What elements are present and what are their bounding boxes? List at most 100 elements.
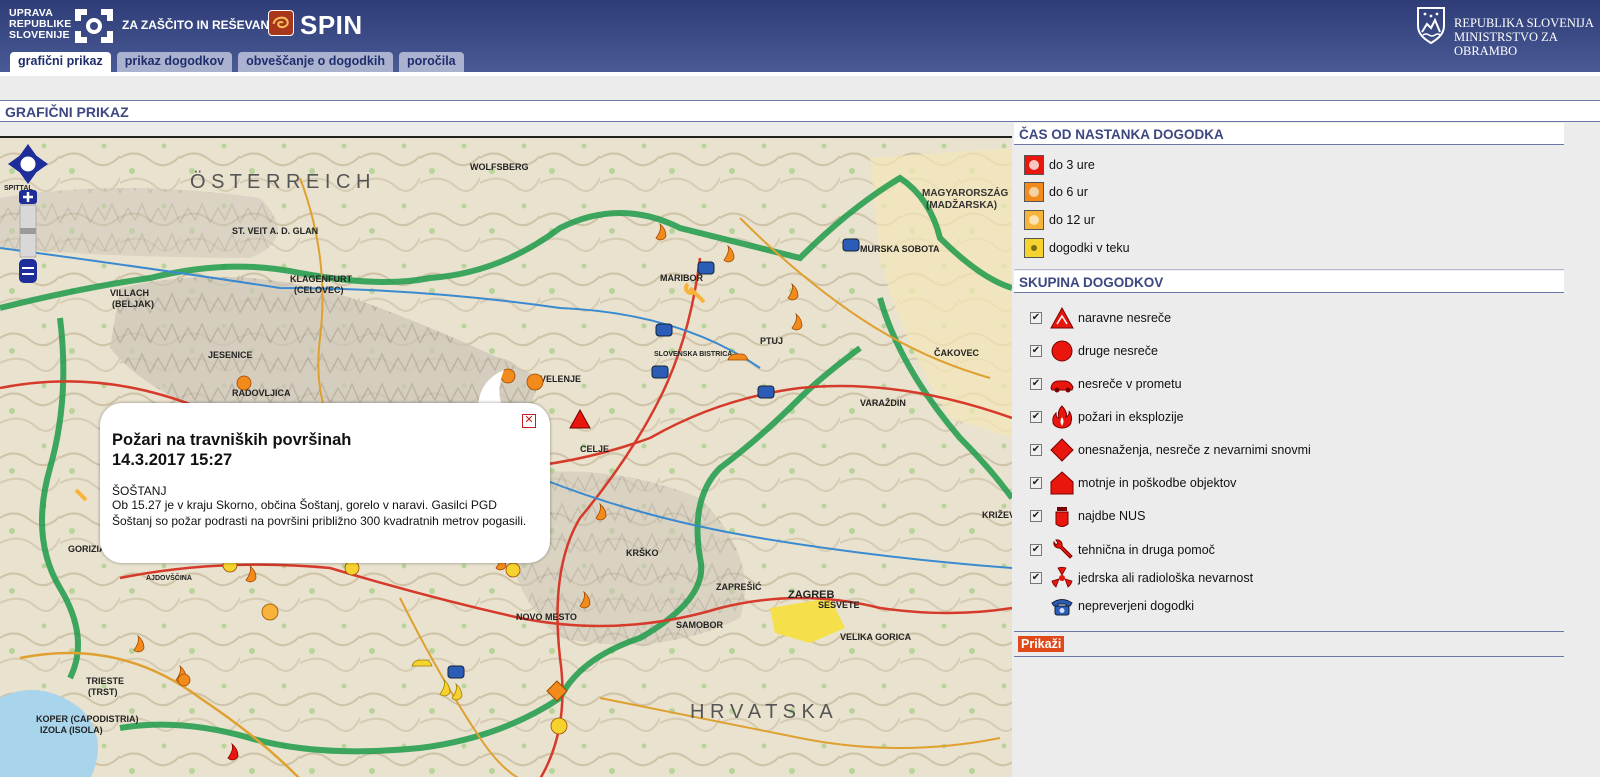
checkbox[interactable]: ✔ [1030, 378, 1042, 390]
unverified-event-marker-icon[interactable] [697, 261, 715, 275]
tab-graficni-prikaz[interactable]: grafični prikaz [10, 52, 111, 72]
map-label-ptuj: PTUJ [760, 336, 783, 346]
fire-icon [1052, 405, 1073, 429]
unverified-event-marker-icon[interactable] [651, 365, 669, 379]
time-legend-label: do 12 ur [1049, 213, 1095, 227]
map-label-villach: VILLACH [110, 288, 149, 298]
group-filter-najdbe-nus[interactable]: ✔ najdbe NUS [1030, 503, 1145, 529]
checkbox[interactable]: ✔ [1030, 572, 1042, 584]
group-filter-onesnazenja[interactable]: ✔ onesnaženja, nesreče z nevarnimi snovm… [1030, 437, 1311, 463]
checkbox[interactable]: ✔ [1030, 510, 1042, 522]
popup-title: Požari na travniških površinah 14.3.2017… [112, 430, 351, 470]
tab-porocila[interactable]: poročila [399, 52, 464, 72]
map-label-st-veit: ST. VEIT A. D. GLAN [232, 226, 318, 236]
unverified-event-marker-icon[interactable] [655, 323, 673, 337]
other-accident-marker-icon[interactable] [236, 375, 252, 391]
group-filter-jedrska-nevarnost[interactable]: ✔ jedrska ali radiološka nevarnost [1030, 565, 1253, 591]
time-swatch-icon [1024, 155, 1044, 175]
header-separator [0, 72, 1600, 76]
map-label-samobor: SAMOBOR [676, 620, 724, 630]
slovenia-coat-of-arms-icon [1417, 7, 1445, 44]
map-label-magyarorszag: MAGYARORSZÁG [922, 186, 1009, 199]
checkbox[interactable]: ✔ [1030, 544, 1042, 556]
zoom-out-button[interactable] [19, 259, 37, 283]
time-legend-label: dogodki v teku [1049, 241, 1130, 255]
tab-obvescanje-o-dogodkih[interactable]: obveščanje o dogodkih [238, 52, 393, 72]
page-title: GRAFIČNI PRIKAZ [5, 104, 129, 120]
building-damage-icon [1050, 471, 1074, 495]
map-label-velika-gorica: VELIKA GORICA [840, 632, 912, 642]
other-accident-marker-icon[interactable] [177, 673, 191, 687]
map-label-madzarska: (MADŽARSKA) [926, 198, 997, 211]
checkbox[interactable]: ✔ [1030, 477, 1042, 489]
time-legend-item: dogodki v teku [1024, 237, 1130, 259]
ordnance-icon [1055, 507, 1069, 527]
spin-logo-icon [268, 10, 294, 36]
show-button[interactable]: Prikaži [1018, 636, 1065, 652]
phone-icon [1051, 599, 1073, 616]
urs-logo: UPRAVA REPUBLIKE SLOVENIJE [9, 8, 71, 41]
map-label-zapresic: ZAPREŠIĆ [716, 581, 762, 592]
map-label-maribor: MARIBOR [660, 273, 703, 283]
map-label-varazdin: VARAŽDIN [860, 397, 906, 408]
zoom-in-button[interactable] [19, 190, 37, 204]
checkbox[interactable]: ✔ [1030, 345, 1042, 357]
group-filter-tehnicna-pomoc[interactable]: ✔ tehnična in druga pomoč [1030, 537, 1215, 563]
map-label-celovec: (CELOVEC) [294, 285, 344, 295]
group-label: druge nesreče [1078, 344, 1158, 358]
map-pan-zoom-control[interactable] [8, 144, 48, 284]
spin-title: SPIN [300, 10, 363, 40]
wrench-icon [1053, 539, 1073, 559]
checkbox[interactable]: ✔ [1030, 411, 1042, 423]
map-label-celje: CELJE [580, 444, 609, 454]
map-label-sesvete: SESVETE [818, 600, 860, 610]
group-label: požari in eksplozije [1078, 410, 1184, 424]
group-label: jedrska ali radiološka nevarnost [1078, 571, 1254, 585]
group-legend-header: SKUPINA DOGODKOV [1014, 271, 1564, 293]
urs-logo-line: SLOVENIJE [9, 29, 70, 41]
other-accident-marker-icon[interactable] [505, 562, 521, 578]
group-filter-pozari[interactable]: ✔ požari in eksplozije [1030, 404, 1184, 430]
popup-event-name: Požari na travniških površinah [112, 431, 352, 449]
map-label-krsko: KRŠKO [626, 547, 659, 558]
checkbox[interactable]: ✔ [1030, 444, 1042, 456]
unverified-event-marker-icon[interactable] [842, 238, 860, 252]
time-swatch-icon [1024, 182, 1044, 202]
map-label-koper: KOPER (CAPODISTRIA) [36, 714, 139, 724]
group-filter-motnje-objektov[interactable]: ✔ motnje in poškodbe objektov [1030, 470, 1236, 496]
other-accident-marker-icon[interactable] [261, 603, 279, 621]
group-label: naravne nesreče [1078, 311, 1172, 325]
ministry-title-line: MINISTRSTVO ZA OBRAMBO [1454, 30, 1558, 58]
map-label-trieste: TRIESTE [86, 676, 124, 686]
time-legend-item: do 6 ur [1024, 181, 1088, 203]
pan-arrows[interactable] [8, 144, 48, 184]
time-swatch-icon [1024, 210, 1044, 230]
group-filter-nepreverjeni[interactable]: nepreverjeni dogodki [1030, 593, 1194, 619]
ministry-title: REPUBLIKA SLOVENIJA MINISTRSTVO ZA OBRAM… [1454, 16, 1600, 58]
unverified-event-marker-icon[interactable] [447, 665, 465, 679]
app-header: UPRAVA REPUBLIKE SLOVENIJE ZA ZAŠČITO IN… [0, 0, 1600, 73]
other-accident-marker-icon[interactable] [526, 373, 544, 391]
popup-location: ŠOŠTANJ [112, 484, 167, 498]
popup-close-icon[interactable]: ✕ [522, 414, 536, 428]
popup-event-time: 14.3.2017 15:27 [112, 451, 233, 469]
other-accident-marker-icon[interactable] [550, 717, 568, 735]
checkbox[interactable]: ✔ [1030, 312, 1042, 324]
group-filter-druge-nesrece[interactable]: ✔ druge nesreče [1030, 338, 1158, 364]
group-filter-nesrece-v-prometu[interactable]: ✔ nesreče v prometu [1030, 371, 1182, 397]
group-filter-naravne-nesrece[interactable]: ✔ naravne nesreče [1030, 305, 1171, 331]
other-accident-marker-icon[interactable] [344, 560, 360, 576]
map-label-novo-mesto: NOVO MESTO [516, 612, 577, 622]
map-label-cakovec: ČAKOVEC [934, 347, 980, 358]
map-label-osterreich: Ö S T E R R E I C H [190, 171, 370, 193]
unverified-event-marker-icon[interactable] [757, 385, 775, 399]
group-label: tehnična in druga pomoč [1078, 543, 1215, 557]
map-label-ajdovscina: AJDOVŠČINA [146, 573, 192, 582]
time-legend-item: do 12 ur [1024, 209, 1095, 231]
zoom-slider-handle[interactable] [20, 228, 36, 234]
natural-disaster-icon [1050, 306, 1074, 329]
tab-prikaz-dogodkov[interactable]: prikaz dogodkov [116, 52, 233, 72]
map-label-trst: (TRST) [88, 687, 118, 697]
civil-protection-emblem-icon [75, 9, 113, 43]
time-legend-item: do 3 ure [1024, 154, 1095, 176]
